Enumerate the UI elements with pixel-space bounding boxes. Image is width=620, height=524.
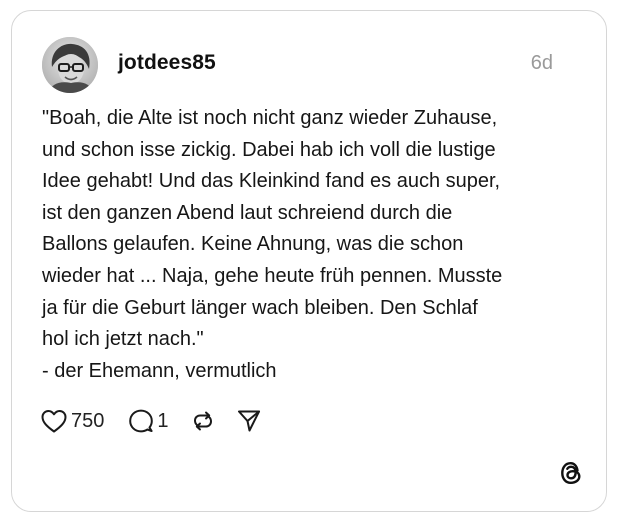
post-card: jotdees85 6d "Boah, die Alte ist noch ni…: [11, 10, 607, 512]
repost-button[interactable]: [190, 408, 216, 434]
reply-count: 1: [157, 409, 169, 432]
reply-button[interactable]: 1: [128, 408, 169, 434]
share-button[interactable]: [236, 408, 262, 434]
action-bar: 750 1: [40, 404, 262, 438]
repost-icon: [193, 411, 212, 431]
avatar[interactable]: [42, 37, 98, 93]
post-text: "Boah, die Alte ist noch nicht ganz wied…: [42, 107, 503, 382]
like-count: 750: [71, 409, 105, 432]
like-button[interactable]: 750: [40, 408, 104, 434]
send-icon: [237, 410, 260, 432]
post-timestamp: 6d: [530, 52, 553, 74]
threads-logo-icon[interactable]: [558, 459, 584, 487]
heart-icon: [41, 410, 67, 433]
username[interactable]: jotdees85: [118, 51, 216, 75]
comment-bubble-icon: [129, 409, 154, 433]
avatar-photo: [42, 37, 98, 93]
